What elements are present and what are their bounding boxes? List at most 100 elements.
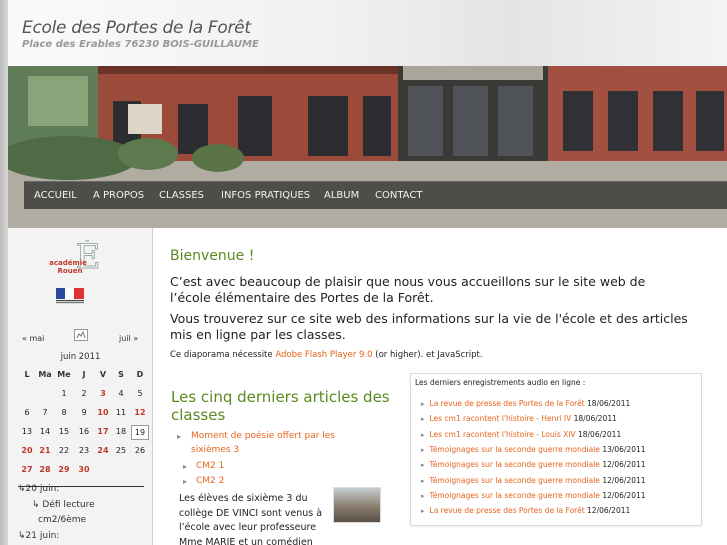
audio-list-item: ▸ Témoignages sur la seconde guerre mondi… — [421, 476, 646, 485]
article-bullet-icon: ▸ — [183, 462, 188, 471]
audio-list-item: ▸ Témoignages sur la seconde guerre mondi… — [421, 445, 646, 454]
audio-bullet-icon: ▸ — [421, 461, 425, 470]
intro-paragraph-1: C’est avec beaucoup de plaisir que nous … — [170, 274, 646, 305]
republique-francaise-logo — [56, 288, 84, 304]
intro-paragraph-2: Vous trouverez sur ce site web des infor… — [170, 311, 688, 342]
calendar-day: 23 — [78, 446, 90, 455]
calendar-day: 4 — [118, 389, 124, 398]
event-item-1[interactable]: ↳ Défi lecture — [32, 500, 95, 510]
audio-date: 13/06/2011 — [602, 444, 646, 454]
article-link-1-line-2[interactable]: sixièmes 3 — [191, 443, 239, 457]
audio-bullet-icon: ▸ — [421, 430, 425, 439]
audio-list-item: ▸ Les cm1 racontent l'histoire - Henri IV… — [421, 414, 617, 423]
audio-link[interactable]: Témoignages sur la seconde guerre mondia… — [430, 491, 600, 500]
audio-bullet-icon: ▸ — [421, 445, 425, 454]
calendar-day[interactable]: 21 — [36, 446, 54, 455]
audio-link[interactable]: La revue de presse des Portes de la Forê… — [430, 399, 585, 408]
flash-player-link[interactable]: Adobe Flash Player 9.0 — [275, 350, 372, 360]
audio-date: 18/06/2011 — [573, 414, 617, 424]
audio-date: 18/06/2011 — [577, 429, 622, 439]
calendar-day[interactable]: 27 — [18, 465, 36, 474]
nav-item-infos-pratiques[interactable]: INFOS PRATIQUES — [221, 182, 310, 210]
audio-bullet-icon: ▸ — [421, 476, 425, 485]
calendar-day[interactable]: 3 — [94, 389, 112, 398]
sidebar: É académie Rouen « mai juil » juin 2011 … — [8, 228, 153, 545]
calendar-day[interactable]: 12 — [131, 408, 149, 417]
calendar-day: 14 — [39, 427, 51, 436]
article-link-3[interactable]: CM2 2 — [196, 474, 224, 488]
audio-link[interactable]: La revue de presse des Portes de la Forê… — [430, 506, 585, 515]
academie-logo-text-1: académie — [49, 259, 87, 267]
audio-list-item: ▸ La revue de presse des Portes de la For… — [421, 399, 630, 408]
calendar-day-header: L — [24, 370, 30, 379]
calendar-day[interactable]: 10 — [94, 408, 112, 417]
audio-date: 18/06/2011 — [587, 399, 631, 408]
audio-link[interactable]: Les cm1 racontent l'histoire - Louis XIV — [430, 430, 576, 439]
site-header: Ecole des Portes de la Forêt Place des E… — [8, 0, 727, 66]
audio-link[interactable]: Témoignages sur la seconde guerre mondia… — [430, 460, 600, 469]
article-thumbnail-image[interactable] — [333, 487, 381, 523]
article-link-1-line-1[interactable]: Moment de poésie offert par les — [191, 429, 335, 443]
calendar-day[interactable]: 17 — [94, 427, 112, 436]
calendar-day-header: Ma — [38, 370, 52, 379]
calendar-day: 8 — [61, 408, 67, 417]
calendar-day: 16 — [78, 427, 90, 436]
audio-date: 12/06/2011 — [602, 475, 646, 485]
calendar-day: 5 — [137, 389, 143, 398]
event-date-1-text: 20 juin: — [25, 484, 60, 494]
audio-recordings-box: Les derniers enregistrements audio en li… — [410, 373, 702, 526]
calendar-feed-icon[interactable] — [74, 329, 88, 341]
audio-date: 12/06/2011 — [587, 506, 631, 516]
calendar-day[interactable]: 29 — [55, 465, 73, 474]
audio-list-item: ▸ Témoignages sur la seconde guerre mondi… — [421, 491, 646, 500]
academie-logo-text-2: Rouen — [58, 267, 83, 275]
audio-list-item: ▸ Témoignages sur la seconde guerre mondi… — [421, 460, 646, 469]
flash-notice: Ce diaporama nécessite Adobe Flash Playe… — [170, 350, 483, 360]
main-nav: ACCUEIL A PROPOS CLASSES INFOS PRATIQUES… — [24, 181, 727, 209]
article-bullet-icon: ▸ — [183, 477, 188, 486]
calendar-prev-month-link[interactable]: « mai — [22, 334, 44, 343]
audio-bullet-icon: ▸ — [421, 507, 425, 516]
calendar-day: 25 — [115, 446, 127, 455]
main-content: Bienvenue ! C’est avec beaucoup de plais… — [153, 228, 727, 545]
page-left-shadow — [0, 0, 8, 545]
audio-bullet-icon: ▸ — [421, 415, 425, 424]
audio-box-title: Les derniers enregistrements audio en li… — [415, 378, 586, 387]
audio-link[interactable]: Témoignages sur la seconde guerre mondia… — [430, 445, 600, 454]
nav-item-contact[interactable]: CONTACT — [375, 182, 422, 210]
calendar-day: 15 — [58, 427, 70, 436]
calendar-day-header: D — [136, 370, 144, 379]
calendar-day: 26 — [134, 446, 146, 455]
event-date-1: ↳20 juin: — [18, 484, 60, 494]
nav-item-album[interactable]: ALBUM — [324, 182, 359, 210]
nav-item-a-propos[interactable]: A PROPOS — [93, 182, 144, 210]
calendar-day-header: V — [99, 370, 107, 379]
article-link-2[interactable]: CM2 1 — [196, 459, 224, 473]
event-item-2[interactable]: cm2/6ème — [38, 515, 86, 525]
audio-date: 12/06/2011 — [602, 460, 646, 470]
calendar-day[interactable]: 30 — [75, 465, 93, 474]
event-date-2: ↳21 juin: — [18, 531, 60, 541]
audio-bullet-icon: ▸ — [421, 491, 425, 500]
calendar-day: 19 — [131, 425, 149, 440]
calendar-day[interactable]: 28 — [36, 465, 54, 474]
calendar-day[interactable]: 20 — [18, 446, 36, 455]
header-banner-photo: ACCUEIL A PROPOS CLASSES INFOS PRATIQUES… — [8, 66, 727, 228]
calendar-day-header: S — [118, 370, 124, 379]
event-date-2-text: 21 juin: — [25, 531, 60, 541]
academie-rouen-logo[interactable]: É académie Rouen — [48, 240, 120, 284]
calendar-day[interactable]: 24 — [94, 446, 112, 455]
audio-bullet-icon: ▸ — [421, 400, 425, 408]
audio-link[interactable]: Témoignages sur la seconde guerre mondia… — [430, 476, 600, 485]
calendar-day-header: Me — [57, 370, 71, 379]
site-title[interactable]: Ecole des Portes de la Forêt — [22, 18, 251, 38]
audio-link[interactable]: Les cm1 racontent l'histoire - Henri IV — [430, 414, 572, 423]
event-item-1-text: Défi lecture — [42, 500, 95, 510]
calendar-day-header: J — [82, 370, 86, 379]
calendar-next-month-link[interactable]: juil » — [119, 334, 138, 343]
calendar-day: 22 — [58, 446, 70, 455]
nav-item-accueil[interactable]: ACCUEIL — [34, 182, 77, 210]
nav-item-classes[interactable]: CLASSES — [159, 182, 204, 210]
calendar-day: 9 — [81, 408, 87, 417]
calendar-day: 7 — [42, 408, 48, 417]
